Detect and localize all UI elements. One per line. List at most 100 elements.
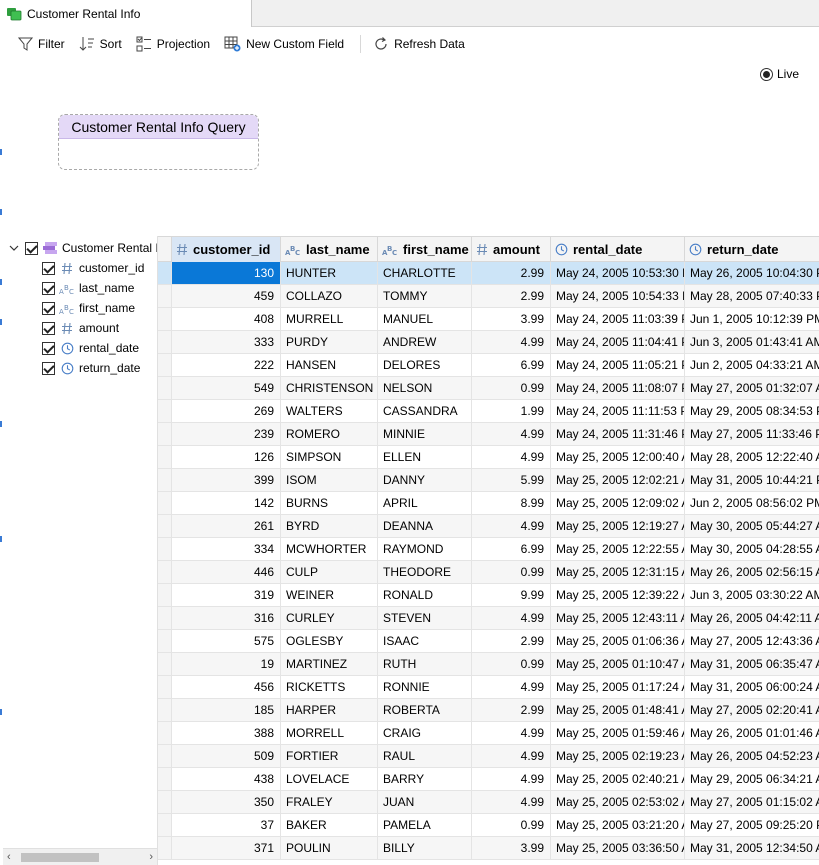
field-checkbox[interactable]	[42, 281, 55, 295]
table-row[interactable]: 575 OGLESBY ISAAC 2.99 May 25, 2005 01:06:36…	[158, 630, 819, 653]
cell-amount[interactable]: 8.99	[472, 492, 551, 514]
grid-corner-cell[interactable]	[158, 237, 172, 262]
cell-first-name[interactable]: MANUEL	[378, 308, 472, 330]
tree-field-amount[interactable]: amount	[42, 318, 119, 338]
table-row[interactable]: 185 HARPER ROBERTA 2.99 May 25, 2005 01:48:4…	[158, 699, 819, 722]
cell-first-name[interactable]: RONALD	[378, 584, 472, 606]
cell-last-name[interactable]: HARPER	[281, 699, 378, 721]
row-header[interactable]	[158, 469, 172, 491]
live-toggle[interactable]: Live	[760, 67, 799, 81]
cell-last-name[interactable]: WALTERS	[281, 400, 378, 422]
cell-last-name[interactable]: MCWHORTER	[281, 538, 378, 560]
cell-customer-id[interactable]: 37	[172, 814, 281, 836]
cell-customer-id[interactable]: 316	[172, 607, 281, 629]
column-header-first-name[interactable]: A B C first_name	[378, 237, 472, 262]
cell-first-name[interactable]: THEODORE	[378, 561, 472, 583]
cell-rental-date[interactable]: May 24, 2005 11:31:46 P	[551, 423, 685, 445]
cell-customer-id[interactable]: 142	[172, 492, 281, 514]
cell-first-name[interactable]: STEVEN	[378, 607, 472, 629]
cell-first-name[interactable]: ISAAC	[378, 630, 472, 652]
table-row[interactable]: 399 ISOM DANNY 5.99 May 25, 2005 12:02:21 AM…	[158, 469, 819, 492]
cell-return-date[interactable]: May 26, 2005 04:42:11 A	[685, 607, 819, 629]
cell-first-name[interactable]: TOMMY	[378, 285, 472, 307]
row-header[interactable]	[158, 423, 172, 445]
cell-amount[interactable]: 6.99	[472, 354, 551, 376]
projection-button[interactable]: Projection	[136, 32, 210, 56]
cell-amount[interactable]: 2.99	[472, 285, 551, 307]
cell-customer-id[interactable]: 333	[172, 331, 281, 353]
field-checkbox[interactable]	[42, 341, 55, 355]
column-header-rental-date[interactable]: rental_date	[551, 237, 685, 262]
row-header[interactable]	[158, 722, 172, 744]
scroll-left-icon[interactable]: ‹	[7, 851, 11, 863]
cell-last-name[interactable]: MARTINEZ	[281, 653, 378, 675]
cell-last-name[interactable]: COLLAZO	[281, 285, 378, 307]
row-header[interactable]	[158, 768, 172, 790]
cell-last-name[interactable]: HUNTER	[281, 262, 378, 284]
scrollbar-thumb[interactable]	[21, 853, 99, 862]
query-diagram-canvas[interactable]: Live Customer Rental Info Query	[3, 61, 819, 236]
row-header[interactable]	[158, 607, 172, 629]
cell-amount[interactable]: 3.99	[472, 308, 551, 330]
cell-rental-date[interactable]: May 25, 2005 02:53:02 A	[551, 791, 685, 813]
refresh-data-button[interactable]: Refresh Data	[373, 32, 465, 56]
row-header[interactable]	[158, 492, 172, 514]
cell-first-name[interactable]: MINNIE	[378, 423, 472, 445]
cell-rental-date[interactable]: May 25, 2005 12:39:22 A	[551, 584, 685, 606]
cell-customer-id[interactable]: 549	[172, 377, 281, 399]
table-row[interactable]: 456 RICKETTS RONNIE 4.99 May 25, 2005 01:17:…	[158, 676, 819, 699]
cell-return-date[interactable]: May 28, 2005 12:22:40 A	[685, 446, 819, 468]
row-header[interactable]	[158, 377, 172, 399]
table-row[interactable]: 446 CULP THEODORE 0.99 May 25, 2005 12:31:15…	[158, 561, 819, 584]
cell-rental-date[interactable]: May 25, 2005 02:19:23 A	[551, 745, 685, 767]
cell-customer-id[interactable]: 126	[172, 446, 281, 468]
row-header[interactable]	[158, 653, 172, 675]
cell-first-name[interactable]: JUAN	[378, 791, 472, 813]
cell-amount[interactable]: 0.99	[472, 814, 551, 836]
cell-last-name[interactable]: PURDY	[281, 331, 378, 353]
table-row[interactable]: 261 BYRD DEANNA 4.99 May 25, 2005 12:19:27 A…	[158, 515, 819, 538]
cell-return-date[interactable]: May 31, 2005 10:44:21 P	[685, 469, 819, 491]
cell-rental-date[interactable]: May 24, 2005 11:11:53 P	[551, 400, 685, 422]
cell-rental-date[interactable]: May 24, 2005 11:05:21 P	[551, 354, 685, 376]
cell-amount[interactable]: 4.99	[472, 515, 551, 537]
cell-last-name[interactable]: POULIN	[281, 837, 378, 859]
cell-return-date[interactable]: May 27, 2005 12:43:36 A	[685, 630, 819, 652]
cell-amount[interactable]: 3.99	[472, 837, 551, 859]
cell-amount[interactable]: 9.99	[472, 584, 551, 606]
cell-rental-date[interactable]: May 24, 2005 10:53:30 P	[551, 262, 685, 284]
cell-customer-id[interactable]: 334	[172, 538, 281, 560]
cell-customer-id[interactable]: 239	[172, 423, 281, 445]
cell-return-date[interactable]: May 31, 2005 06:00:24 A	[685, 676, 819, 698]
cell-amount[interactable]: 5.99	[472, 469, 551, 491]
cell-return-date[interactable]: May 26, 2005 10:04:30 P	[685, 262, 819, 284]
cell-amount[interactable]: 2.99	[472, 630, 551, 652]
row-header[interactable]	[158, 837, 172, 859]
row-header[interactable]	[158, 400, 172, 422]
tree-field-return-date[interactable]: return_date	[42, 358, 140, 378]
cell-customer-id[interactable]: 459	[172, 285, 281, 307]
tree-field-last-name[interactable]: A B C last_name	[42, 278, 134, 298]
row-header[interactable]	[158, 814, 172, 836]
table-row[interactable]: 319 WEINER RONALD 9.99 May 25, 2005 12:39:22…	[158, 584, 819, 607]
row-header[interactable]	[158, 331, 172, 353]
cell-return-date[interactable]: May 28, 2005 07:40:33 P	[685, 285, 819, 307]
table-row[interactable]: 350 FRALEY JUAN 4.99 May 25, 2005 02:53:02 A…	[158, 791, 819, 814]
cell-customer-id[interactable]: 269	[172, 400, 281, 422]
cell-return-date[interactable]: May 26, 2005 01:01:46 A	[685, 722, 819, 744]
cell-rental-date[interactable]: May 25, 2005 12:00:40 A	[551, 446, 685, 468]
cell-return-date[interactable]: May 29, 2005 08:34:53 P	[685, 400, 819, 422]
cell-first-name[interactable]: DEANNA	[378, 515, 472, 537]
field-checkbox[interactable]	[42, 301, 55, 315]
cell-first-name[interactable]: NELSON	[378, 377, 472, 399]
cell-rental-date[interactable]: May 24, 2005 11:08:07 P	[551, 377, 685, 399]
table-row[interactable]: 239 ROMERO MINNIE 4.99 May 24, 2005 11:31:46…	[158, 423, 819, 446]
row-header[interactable]	[158, 630, 172, 652]
cell-first-name[interactable]: ELLEN	[378, 446, 472, 468]
table-row[interactable]: 142 BURNS APRIL 8.99 May 25, 2005 12:09:02 A…	[158, 492, 819, 515]
cell-last-name[interactable]: CHRISTENSON	[281, 377, 378, 399]
cell-first-name[interactable]: BARRY	[378, 768, 472, 790]
sort-button[interactable]: Sort	[79, 32, 122, 56]
scroll-right-icon[interactable]: ›	[149, 851, 153, 863]
table-row[interactable]: 37 BAKER PAMELA 0.99 May 25, 2005 03:21:20 A…	[158, 814, 819, 837]
